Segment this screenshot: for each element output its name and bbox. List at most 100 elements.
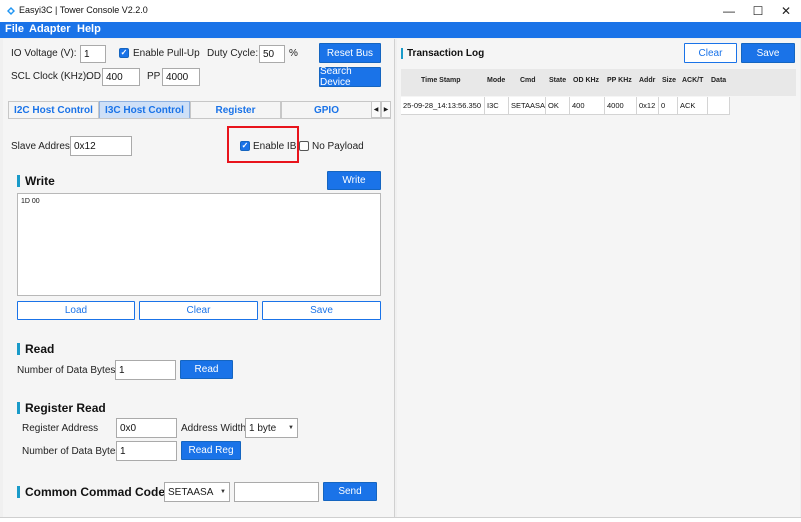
register-read-title-text: Register Read — [25, 401, 106, 415]
tab-scroll-left-button[interactable]: ◀ — [371, 101, 381, 118]
minimize-icon: — — [723, 4, 735, 18]
log-save-button[interactable]: Save — [741, 43, 795, 63]
maximize-icon: ☐ — [752, 4, 764, 18]
menu-help[interactable]: Help — [77, 23, 101, 35]
read-section-title: Read — [17, 342, 54, 356]
tab-divider — [8, 118, 391, 119]
column-header: Size — [662, 77, 677, 84]
scroll-left-icon: ◀ — [373, 107, 379, 113]
address-width-label: Address Width — [181, 423, 247, 434]
column-header: PP KHz — [607, 77, 632, 84]
address-width-select[interactable]: 1 byte ▼ — [245, 418, 298, 438]
ccc-select[interactable]: SETAASA ▼ — [164, 482, 230, 502]
tab-gpio[interactable]: GPIO — [281, 101, 372, 118]
menu-file[interactable]: File — [5, 23, 24, 35]
read-num-bytes-input[interactable]: 1 — [115, 360, 176, 380]
column-header: Mode — [487, 77, 506, 84]
column-header: Time Stamp — [421, 77, 461, 84]
log-cell[interactable]: SETAASA — [509, 97, 546, 115]
od-clock-input[interactable]: 400 — [102, 68, 140, 86]
section-marker — [17, 175, 20, 187]
ccc-select-value: SETAASA — [168, 486, 214, 498]
close-button[interactable]: ✕ — [771, 0, 801, 22]
log-cell[interactable]: 0x12 — [637, 97, 659, 115]
pp-label: PP — [147, 71, 161, 82]
ccc-title-text: Common Commad Code — [25, 485, 166, 499]
menu-bar: File Adapter Help — [0, 22, 801, 38]
search-device-button[interactable]: Search Device — [319, 66, 381, 88]
log-cell[interactable]: 25-09-28_14:13:56.350 — [401, 97, 485, 115]
app-window: Easyi3C | Tower Console V2.2.0 — ☐ ✕ Fil… — [0, 0, 801, 522]
log-cell[interactable]: 400 — [570, 97, 605, 115]
column-header: State — [549, 77, 567, 84]
checkmark-icon: ✓ — [120, 48, 128, 57]
column-header: Addr — [639, 77, 656, 84]
duty-cycle-unit: % — [289, 48, 298, 59]
read-button[interactable]: Read — [180, 360, 233, 379]
scl-clock-label: SCL Clock (KHz): — [11, 71, 89, 82]
chevron-down-icon: ▼ — [220, 489, 226, 495]
read-title-text: Read — [25, 342, 55, 356]
io-voltage-label: IO Voltage (V): — [11, 48, 77, 59]
section-marker — [17, 486, 20, 498]
address-width-value: 1 byte — [249, 422, 277, 434]
slave-address-input[interactable]: 0x12 — [70, 136, 132, 156]
status-strip — [0, 517, 801, 522]
tab-i3c-host-control[interactable]: I3C Host Control — [99, 101, 190, 118]
minimize-button[interactable]: — — [714, 0, 744, 22]
column-header: OD KHz — [573, 77, 600, 84]
write-data-textarea[interactable]: 1D 00 — [17, 193, 381, 296]
no-payload-label: No Payload — [312, 141, 364, 152]
save-write-button[interactable]: Save — [262, 301, 381, 320]
log-cell[interactable]: ACK — [678, 97, 708, 115]
duty-cycle-input[interactable]: 50 — [259, 45, 285, 63]
pp-clock-input[interactable]: 4000 — [162, 68, 200, 86]
register-address-label: Register Address — [22, 423, 99, 434]
log-cell[interactable]: 4000 — [605, 97, 637, 115]
clear-write-button[interactable]: Clear — [139, 301, 258, 320]
column-header: Data — [711, 77, 727, 84]
transaction-log-title: Transaction Log — [401, 48, 484, 59]
slave-address-label: Slave Address — [11, 141, 75, 152]
write-title-text: Write — [25, 174, 55, 188]
close-icon: ✕ — [780, 4, 792, 18]
ccc-section-title: Common Commad Code — [17, 485, 165, 499]
od-label: OD — [86, 71, 101, 82]
read-reg-button[interactable]: Read Reg — [181, 441, 241, 460]
enable-pullup-checkbox[interactable]: ✓ — [119, 48, 129, 58]
scroll-right-icon: ▶ — [383, 107, 389, 113]
column-header: Cmd — [520, 77, 536, 84]
transaction-log-title-text: Transaction Log — [407, 48, 485, 59]
log-cell[interactable]: I3C — [485, 97, 509, 115]
column-header: ACK/T — [682, 77, 704, 84]
ccc-data-input[interactable] — [234, 482, 319, 502]
tab-register[interactable]: Register — [190, 101, 281, 118]
highlight-box — [227, 126, 299, 163]
register-address-input[interactable]: 0x0 — [116, 418, 177, 438]
section-marker — [17, 343, 20, 355]
log-cell[interactable]: 0 — [659, 97, 678, 115]
log-cell[interactable]: OK — [546, 97, 570, 115]
log-clear-button[interactable]: Clear — [684, 43, 737, 63]
reset-bus-button[interactable]: Reset Bus — [319, 43, 381, 63]
register-num-bytes-input[interactable]: 1 — [116, 441, 177, 461]
register-read-section-title: Register Read — [17, 401, 106, 415]
menu-adapter[interactable]: Adapter — [29, 23, 71, 35]
log-cell[interactable] — [708, 97, 730, 115]
title-bar: Easyi3C | Tower Console V2.2.0 — ☐ ✕ — [0, 0, 801, 22]
section-marker — [401, 48, 403, 59]
load-button[interactable]: Load — [17, 301, 135, 320]
read-num-bytes-label: Number of Data Bytes — [17, 365, 116, 376]
no-payload-checkbox[interactable] — [299, 141, 309, 151]
maximize-button[interactable]: ☐ — [743, 0, 773, 22]
app-logo-icon — [7, 7, 15, 15]
send-button[interactable]: Send — [323, 482, 377, 501]
tab-i2c-host-control[interactable]: I2C Host Control — [8, 101, 99, 118]
register-num-bytes-label: Number of Data Bytes — [22, 446, 121, 457]
write-button[interactable]: Write — [327, 171, 381, 190]
chevron-down-icon: ▼ — [288, 425, 294, 431]
enable-pullup-label: Enable Pull-Up — [133, 48, 200, 59]
duty-cycle-label: Duty Cycle: — [207, 48, 259, 59]
tab-scroll-right-button[interactable]: ▶ — [381, 101, 391, 118]
io-voltage-input[interactable]: 1 — [80, 45, 106, 63]
